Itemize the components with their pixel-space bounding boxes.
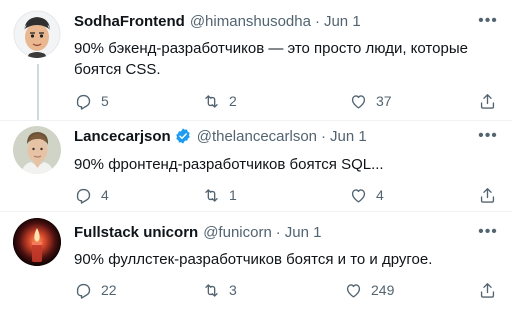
retweet-button[interactable]: 2 (202, 91, 237, 111)
retweet-count: 2 (229, 93, 237, 109)
tweet-header: Lancecarjson @thelancecarlson · Jun 1 (74, 126, 367, 146)
more-icon[interactable]: ••• (478, 126, 498, 146)
tweet-2[interactable]: Lancecarjson @thelancecarlson · Jun 1 ••… (0, 121, 512, 211)
tweet-date[interactable]: Jun 1 (330, 128, 367, 145)
tweet-header: SodhaFrontend @himanshusodha · Jun 1 (74, 11, 361, 31)
tweet-text-line: боятся CSS. (74, 61, 161, 78)
share-icon (480, 282, 495, 298)
separator-dot: · (314, 12, 320, 30)
more-icon[interactable]: ••• (478, 222, 498, 242)
like-icon (351, 188, 366, 203)
tweet-text: 90% фуллстек-разработчиков боятся и то и… (74, 249, 494, 270)
tweet-text-line: 90% бэкенд-разработчиков — это просто лю… (74, 40, 468, 57)
author-name[interactable]: Lancecarjson (74, 128, 171, 145)
tweet-header: Fullstack unicorn @funicorn · Jun 1 (74, 222, 322, 242)
retweet-count: 3 (229, 282, 237, 298)
reply-count: 4 (101, 187, 109, 203)
tweet-actions: 5 2 37 (74, 91, 497, 111)
retweet-icon (205, 94, 218, 108)
separator-dot: · (321, 127, 327, 145)
like-count: 37 (376, 93, 392, 109)
tweet-actions: 4 1 4 (74, 185, 497, 205)
photo-man-avatar[interactable] (13, 126, 61, 174)
author-handle[interactable]: @thelancecarlson (197, 128, 317, 145)
share-icon (480, 187, 495, 203)
separator-dot: · (275, 223, 281, 241)
retweet-count: 1 (229, 187, 237, 203)
tweet-date[interactable]: Jun 1 (285, 224, 322, 241)
cartoon-man-avatar[interactable] (13, 10, 61, 58)
tweet-text: 90% бэкенд-разработчиков — это просто лю… (74, 38, 494, 80)
retweet-icon (205, 283, 218, 297)
tweet-3[interactable]: Fullstack unicorn @funicorn · Jun 1 ••• … (0, 212, 512, 310)
reply-button[interactable]: 4 (74, 185, 109, 205)
reply-icon (76, 188, 91, 204)
author-handle[interactable]: @himanshusodha (190, 13, 311, 30)
like-icon (346, 283, 361, 298)
share-icon (480, 93, 495, 109)
like-button[interactable]: 4 (349, 185, 384, 205)
author-name[interactable]: Fullstack unicorn (74, 224, 198, 241)
share-button[interactable] (478, 280, 497, 300)
tweet-date[interactable]: Jun 1 (324, 13, 361, 30)
verified-icon (174, 127, 192, 145)
author-handle[interactable]: @funicorn (203, 224, 272, 241)
author-name[interactable]: SodhaFrontend (74, 13, 185, 30)
tweet-1[interactable]: SodhaFrontend @himanshusodha · Jun 1 •••… (0, 0, 512, 120)
tweet-actions: 22 3 249 (74, 280, 497, 300)
like-count: 249 (371, 282, 395, 298)
candle-avatar[interactable] (13, 218, 61, 266)
reply-button[interactable]: 22 (74, 280, 117, 300)
reply-count: 22 (101, 282, 117, 298)
retweet-button[interactable]: 3 (202, 280, 237, 300)
reply-count: 5 (101, 93, 109, 109)
like-button[interactable]: 37 (349, 91, 392, 111)
tweet-text-line: 90% фуллстек-разработчиков боятся и то и… (74, 251, 433, 268)
share-button[interactable] (478, 185, 497, 205)
reply-button[interactable]: 5 (74, 91, 109, 111)
like-button[interactable]: 249 (344, 280, 394, 300)
like-count: 4 (376, 187, 384, 203)
retweet-button[interactable]: 1 (202, 185, 237, 205)
like-icon (351, 94, 366, 109)
share-button[interactable] (478, 91, 497, 111)
more-icon[interactable]: ••• (478, 11, 498, 31)
tweet-text: 90% фронтенд-разработчиков боятся SQL... (74, 154, 494, 175)
tweet-text-line: 90% фронтенд-разработчиков боятся SQL... (74, 156, 384, 173)
reply-icon (76, 283, 91, 299)
reply-icon (76, 94, 91, 110)
retweet-icon (205, 188, 218, 202)
